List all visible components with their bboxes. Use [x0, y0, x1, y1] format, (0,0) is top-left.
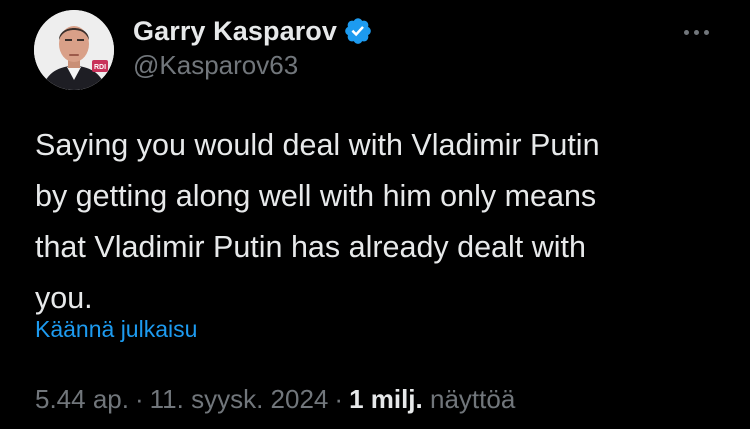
translate-link[interactable]: Käännä julkaisu — [35, 316, 197, 343]
more-dot — [703, 29, 709, 35]
more-menu-icon[interactable] — [676, 22, 716, 42]
tweet-text: Saying you would deal with Vladimir Puti… — [35, 128, 600, 315]
author-display-name[interactable]: Garry Kasparov — [133, 16, 337, 47]
author-name-row: Garry Kasparov — [133, 14, 373, 48]
separator: · — [334, 384, 344, 414]
more-dot — [693, 29, 699, 35]
tweet-metadata: 5.44 ap. · 11. syysk. 2024 · 1 milj. näyttöä — [35, 384, 515, 415]
author-handle[interactable]: @Kasparov63 — [133, 50, 298, 81]
avatar-badge-text: RDI — [94, 64, 106, 71]
separator: · — [134, 384, 144, 414]
tweet: RDI Garry Kasparov @Kasparov63 Saying yo… — [0, 0, 750, 429]
tweet-date[interactable]: 11. syysk. 2024 — [150, 384, 329, 414]
author-avatar[interactable]: RDI — [34, 10, 114, 90]
views-label[interactable]: näyttöä — [430, 384, 515, 414]
more-dot — [683, 29, 689, 35]
verified-badge-icon[interactable] — [343, 16, 373, 46]
avatar-image: RDI — [34, 10, 114, 90]
tweet-time[interactable]: 5.44 ap. — [35, 384, 129, 414]
views-count[interactable]: 1 milj. — [349, 384, 423, 414]
